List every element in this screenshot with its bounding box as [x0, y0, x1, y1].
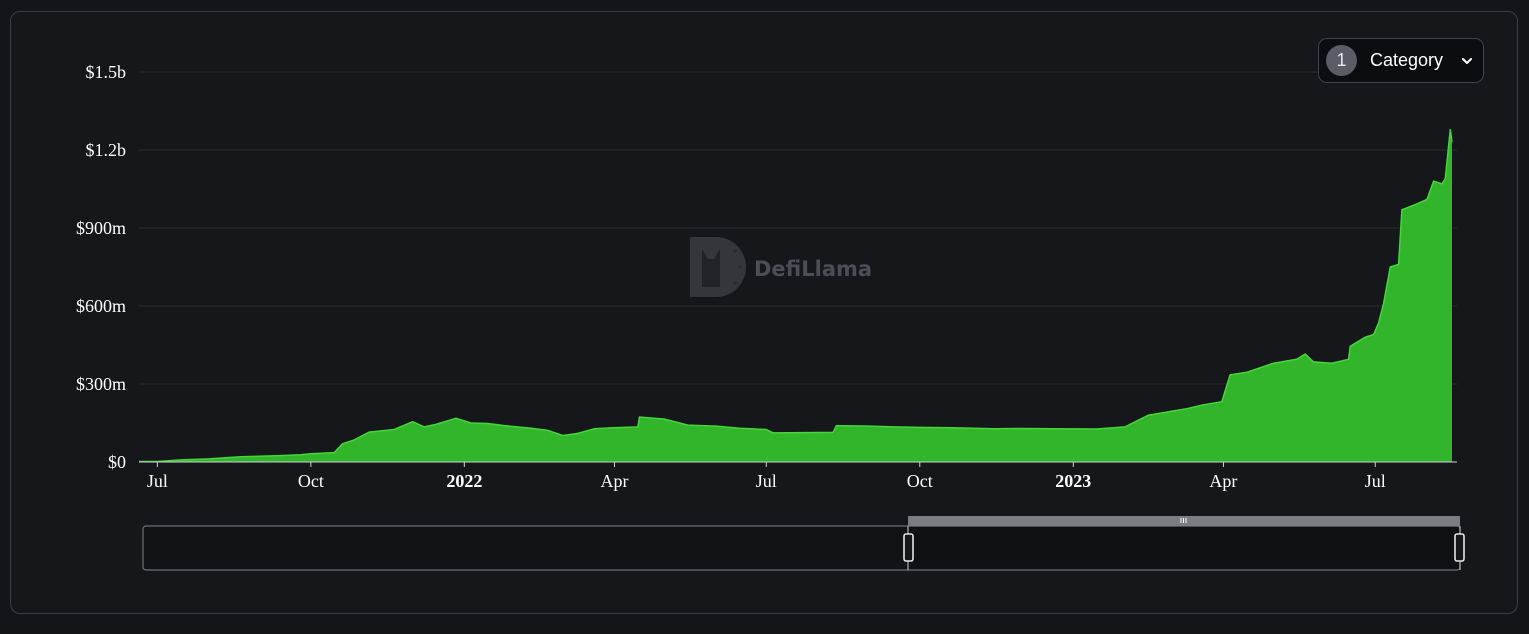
x-tick-label: 2023	[1055, 471, 1091, 491]
gridlines	[139, 71, 1457, 385]
x-tick-label: 2022	[446, 471, 482, 491]
x-tick-label: Apr	[600, 471, 628, 491]
watermark: DefiLlama	[690, 237, 872, 297]
x-axis: Jul Oct 2022 Apr Jul Oct 2023 Apr Jul	[139, 461, 1457, 491]
x-tick-label: Oct	[907, 471, 933, 491]
brush-selected-window[interactable]	[908, 527, 1459, 569]
y-tick-label: $600m	[76, 296, 126, 316]
category-label: Category	[1370, 50, 1444, 70]
tvl-area-chart: DefiLlama $0 $300m $600m $900m $1.2b $1.5b Ju…	[76, 62, 1465, 571]
x-tick-label: Jul	[147, 471, 168, 491]
date-range-brush[interactable]	[142, 516, 1465, 571]
x-tick-label: Oct	[298, 471, 324, 491]
category-dropdown-button[interactable]: 1 Category	[1318, 38, 1484, 83]
y-tick-label: $1.5b	[86, 62, 127, 82]
x-tick-label: Apr	[1209, 471, 1237, 491]
llama-logo-icon	[690, 237, 746, 297]
x-tick-label: Jul	[756, 471, 777, 491]
category-count-badge: 1	[1326, 45, 1357, 76]
y-tick-label: $300m	[76, 374, 126, 394]
x-tick-label: Jul	[1365, 471, 1386, 491]
chevron-down-icon	[1462, 57, 1472, 64]
y-tick-label: $0	[108, 452, 126, 472]
watermark-text: DefiLlama	[754, 257, 872, 281]
y-tick-label: $900m	[76, 218, 126, 238]
series-area-fill	[139, 129, 1452, 462]
y-tick-label: $1.2b	[86, 140, 127, 160]
series-area	[139, 129, 1453, 463]
y-axis: $0 $300m $600m $900m $1.2b $1.5b	[76, 62, 126, 472]
